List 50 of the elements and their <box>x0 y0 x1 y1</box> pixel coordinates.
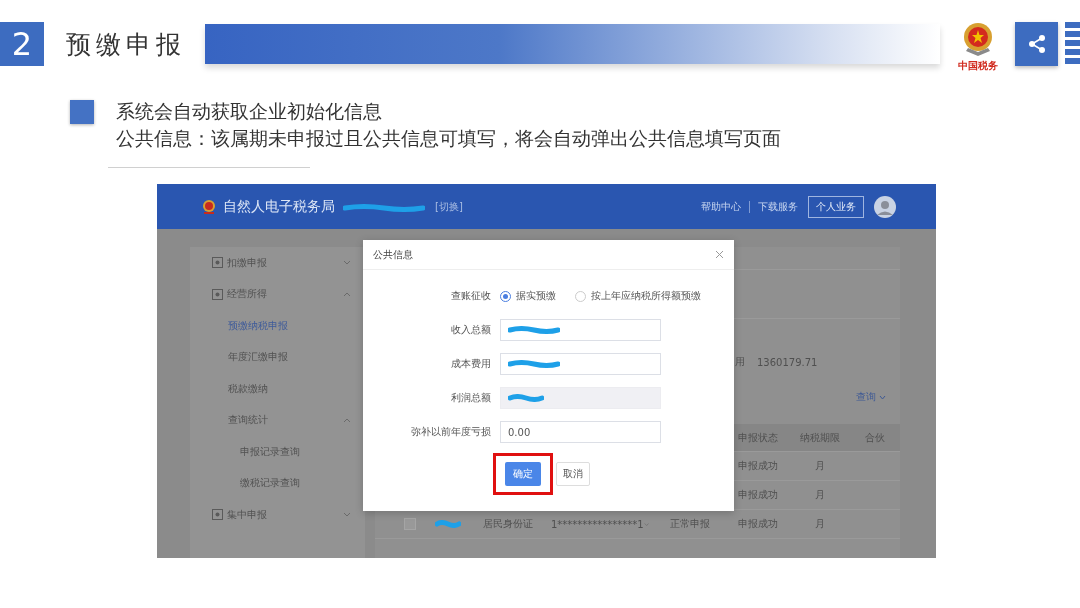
table-cell: 1****************1 <box>551 518 644 530</box>
bullet-text: 系统会自动获取企业初始化信息 <box>116 99 383 124</box>
row-checkbox[interactable] <box>404 518 416 530</box>
site-title: 自然人电子税务局 <box>223 197 335 216</box>
menu-item-icon <box>212 509 223 521</box>
switch-link[interactable]: [切换] <box>435 199 463 214</box>
emblem-caption: 中国税务 <box>958 59 998 73</box>
nav-link[interactable]: 下载服务 <box>758 199 798 214</box>
confirm-button[interactable]: 确定 <box>505 462 541 486</box>
field-label: 弥补以前年度亏损 <box>410 425 491 439</box>
redaction-mark <box>508 394 544 402</box>
stripe-drawing <box>1065 22 1080 66</box>
share-button[interactable] <box>1015 22 1058 66</box>
redaction-mark <box>434 520 461 528</box>
menu-item-icon <box>212 257 223 269</box>
field-label: 利润总额 <box>450 391 491 405</box>
field-label: 收入总额 <box>450 323 491 337</box>
radio-option[interactable]: 按上年应纳税所得额预缴 <box>575 289 701 303</box>
slide-title: 预缴申报 <box>66 28 183 61</box>
chevron-up-icon <box>343 291 351 297</box>
input-field[interactable] <box>500 353 661 375</box>
cancel-button[interactable]: 取消 <box>556 462 590 486</box>
chevron-down-icon <box>643 521 649 527</box>
bullet-text: 公共信息：该属期未申报过且公共信息可填写，将会自动弹出公共信息填写页面 <box>116 126 781 151</box>
dialog-title: 公共信息 <box>373 247 413 262</box>
nav-link[interactable]: 帮助中心 <box>701 199 741 214</box>
query-link[interactable]: 查询 <box>856 390 886 404</box>
chevron-down-icon <box>879 394 886 400</box>
input-field[interactable] <box>500 319 661 341</box>
sidebar-item[interactable]: 集中申报 <box>190 499 365 531</box>
sidebar-item[interactable]: 扣缴申报 <box>190 247 365 279</box>
input-field[interactable]: 0.00 <box>500 421 661 443</box>
sidebar-item[interactable]: 预缴纳税申报 <box>190 310 365 342</box>
menu-item-icon <box>212 288 223 300</box>
avatar-icon[interactable] <box>874 195 896 218</box>
chevron-down-icon <box>343 260 351 266</box>
chevron-up-icon <box>343 417 351 423</box>
redaction-mark <box>508 326 560 334</box>
field-label: 成本费用 <box>450 357 491 371</box>
account-button[interactable]: 个人业务 <box>808 195 864 218</box>
emblem-icon <box>201 198 217 215</box>
bullet-square <box>70 100 94 124</box>
summary-value: 1360179.71 <box>757 356 818 368</box>
field-label: 查账征收 <box>450 289 491 303</box>
close-icon[interactable] <box>715 250 724 259</box>
chevron-down-icon <box>343 512 351 518</box>
radio-option[interactable]: 据实预缴 <box>500 289 556 303</box>
slide-number: 2 <box>0 22 44 66</box>
sidebar-item[interactable]: 查询统计 <box>190 404 365 436</box>
redaction-mark <box>508 360 560 368</box>
